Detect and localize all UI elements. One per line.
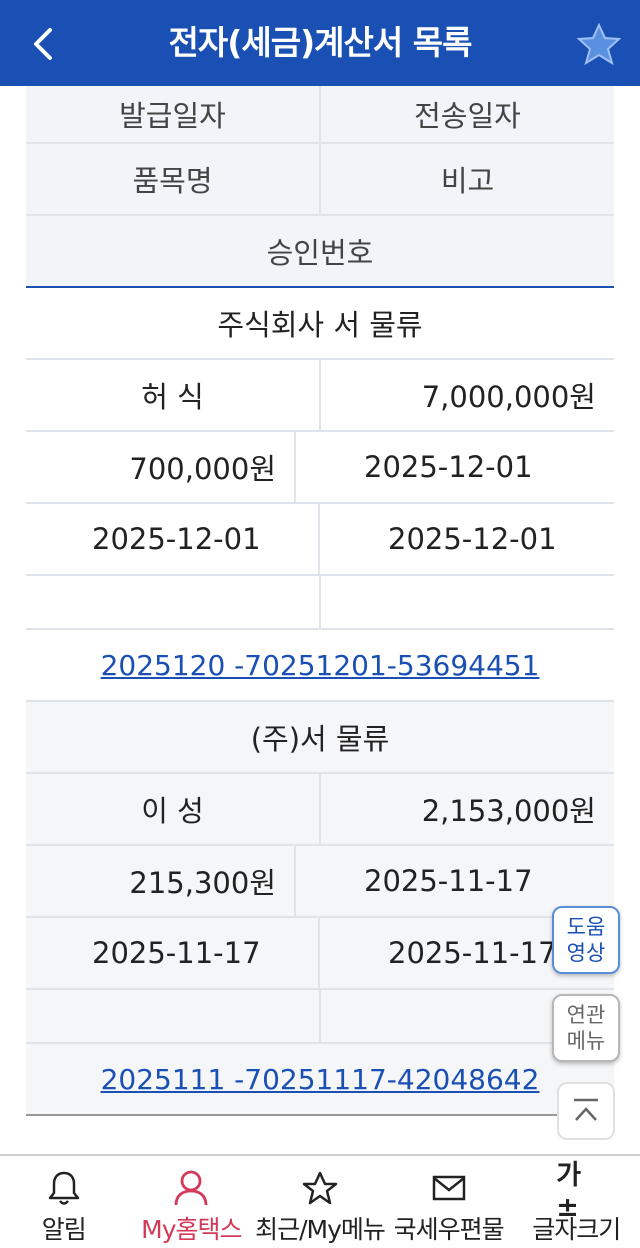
help-video-button[interactable]: 도움 영상: [552, 906, 620, 974]
chevron-up-icon: [574, 1098, 598, 1121]
related-menu-button[interactable]: 연관 메뉴: [552, 994, 620, 1062]
table-row: 2025111 -70251117-42048642: [26, 1044, 614, 1116]
company-name: 주식회사 서 물류: [217, 308, 423, 342]
issue-date-value: 2025-12-01: [92, 522, 261, 556]
approval-number-link[interactable]: 2025111 -70251117-42048642: [101, 1063, 540, 1096]
scroll-top-button[interactable]: [557, 1082, 615, 1140]
supply-amount: 2,153,000원: [319, 774, 614, 844]
header-row-approval: 승인번호: [26, 216, 614, 288]
help-video-label-1: 도움: [566, 915, 606, 939]
item-name-value: [26, 990, 319, 1042]
bottom-tab-bar: 알림 My홈택스 최근/My메뉴 국세우편물 가± 글자크기: [0, 1154, 640, 1248]
header-row-dates: 발급일자 전송일자: [26, 86, 614, 144]
tab-label: 최근/My메뉴: [255, 1215, 386, 1244]
table-row-empty: [26, 990, 614, 1044]
table-row: 2025-12-01 2025-12-01: [26, 504, 614, 576]
person-icon: [171, 1168, 211, 1208]
column-remark: 비고: [319, 144, 614, 214]
approval-number-link[interactable]: 2025120 -70251201-53694451: [101, 649, 540, 682]
tax-amount: 700,000원: [129, 452, 276, 486]
table-row: 허 식 7,000,000원: [26, 360, 614, 432]
table-row: 이 성 2,153,000원: [26, 774, 614, 846]
tab-alerts[interactable]: 알림: [0, 1156, 128, 1248]
company-name: (주)서 물류: [250, 722, 390, 756]
remark-value: [319, 576, 614, 628]
table-row-empty: [26, 576, 614, 630]
tab-tax-mail[interactable]: 국세우편물: [385, 1156, 513, 1248]
invoice-list: 발급일자 전송일자 품목명 비고 승인번호 주식회사 서 물류 허 식 7,00…: [26, 86, 614, 1116]
table-row: 215,300원 2025-11-17: [26, 846, 614, 918]
tax-amount: 215,300원: [129, 866, 276, 900]
item-name-value: [26, 576, 319, 628]
column-item-name: 품목명: [26, 144, 319, 214]
table-row: (주)서 물류: [26, 702, 614, 774]
related-menu-label-2: 메뉴: [566, 1029, 606, 1053]
bell-icon: [44, 1168, 84, 1208]
tab-label: My홈택스: [141, 1215, 242, 1244]
app-header: 전자(세금)계산서 목록: [0, 0, 640, 86]
column-issue-date: 발급일자: [26, 86, 319, 142]
send-date-value: 2025-12-01: [318, 504, 614, 574]
table-row: 700,000원 2025-12-01: [26, 432, 614, 504]
table-row: 주식회사 서 물류: [26, 288, 614, 360]
help-video-label-2: 영상: [566, 941, 606, 965]
tab-label: 알림: [41, 1215, 87, 1244]
table-row: 2025120 -70251201-53694451: [26, 630, 614, 702]
date-value: 2025-12-01: [294, 432, 614, 502]
mail-icon: [429, 1168, 469, 1208]
tab-my-hometax[interactable]: My홈택스: [128, 1156, 256, 1248]
supply-amount: 7,000,000원: [319, 360, 614, 430]
page-title: 전자(세금)계산서 목록: [168, 23, 473, 62]
tab-label: 글자크기: [532, 1215, 621, 1244]
column-approval-no: 승인번호: [26, 216, 614, 286]
representative-name: 이 성: [141, 794, 204, 828]
tab-font-size[interactable]: 가± 글자크기: [512, 1156, 640, 1248]
header-row-items: 품목명 비고: [26, 144, 614, 216]
approval-cell: 2025120 -70251201-53694451: [26, 630, 614, 700]
star-outline-icon: [300, 1168, 340, 1208]
issue-date-value: 2025-11-17: [92, 936, 261, 970]
related-menu-label-1: 연관: [566, 1003, 606, 1027]
favorite-star-icon[interactable]: [576, 22, 622, 66]
approval-cell: 2025111 -70251117-42048642: [26, 1044, 614, 1114]
tab-recent-my-menu[interactable]: 최근/My메뉴: [255, 1156, 386, 1248]
representative-name: 허 식: [141, 380, 204, 414]
column-send-date: 전송일자: [319, 86, 614, 142]
font-size-icon: 가±: [556, 1160, 596, 1223]
table-row: 2025-11-17 2025-11-17: [26, 918, 614, 990]
tab-label: 국세우편물: [393, 1215, 505, 1244]
